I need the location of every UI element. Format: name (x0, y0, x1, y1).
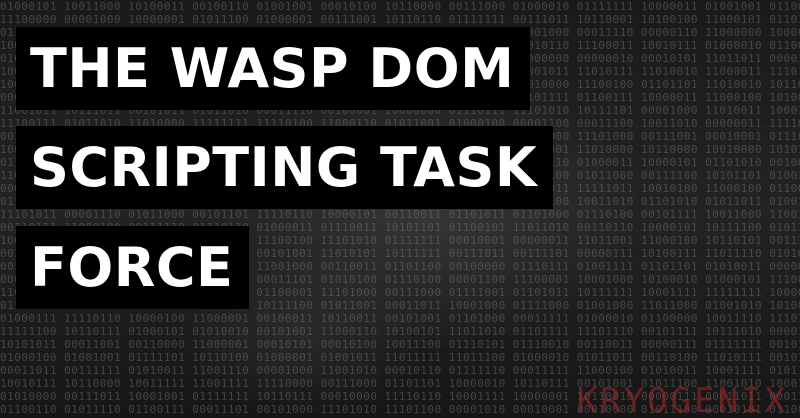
banner: 01000101 10011000 10100011 00100110 0100… (0, 0, 800, 418)
title-line-1: THE WASP DOM (16, 27, 531, 110)
kryogenix-watermark: KRYOGENIX (576, 381, 788, 418)
title-line-3: FORCE (16, 226, 250, 309)
title-line-2: SCRIPTING TASK (16, 126, 554, 209)
